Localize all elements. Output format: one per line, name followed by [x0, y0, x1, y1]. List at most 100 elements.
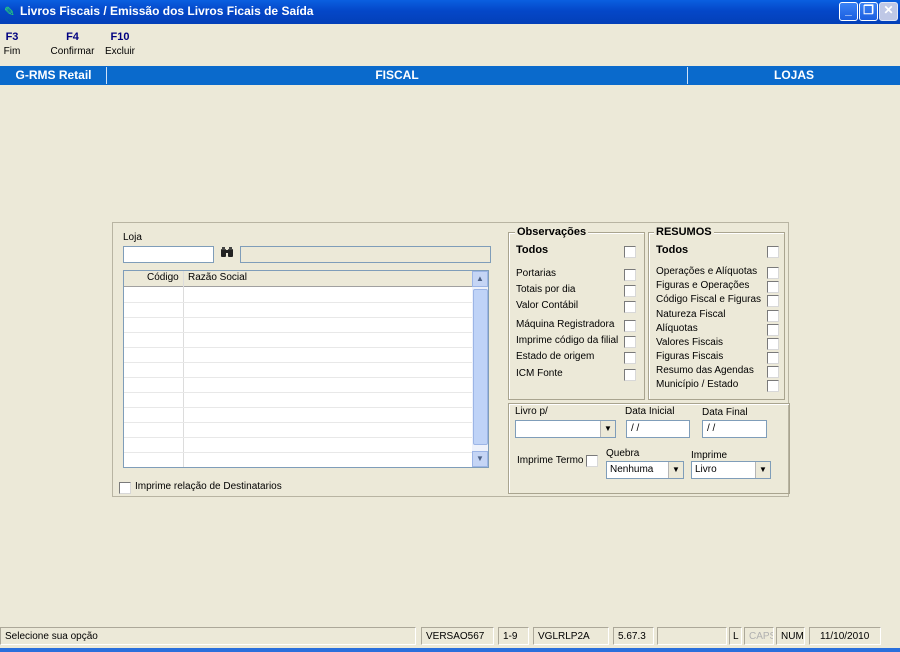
- table-row[interactable]: [124, 362, 473, 363]
- operacoes-aliquotas-checkbox[interactable]: [767, 267, 779, 279]
- module-name: FISCAL: [375, 68, 419, 82]
- maquina-registradora-label: Máquina Registradora: [516, 319, 615, 330]
- figuras-fiscais-checkbox[interactable]: [767, 352, 779, 364]
- totais-por-dia-checkbox[interactable]: [624, 285, 636, 297]
- status-program: VGLRLP2A: [533, 627, 609, 645]
- resumos-todos-checkbox[interactable]: [767, 246, 779, 258]
- icm-fonte-checkbox[interactable]: [624, 369, 636, 381]
- data-inicial-input[interactable]: / /: [626, 420, 690, 438]
- table-row[interactable]: [124, 317, 473, 318]
- chevron-down-icon[interactable]: ▼: [755, 462, 770, 478]
- table-row[interactable]: [124, 437, 473, 438]
- table-row[interactable]: [124, 422, 473, 423]
- table-row[interactable]: [124, 377, 473, 378]
- estado-de-origem-label: Estado de origem: [516, 351, 595, 362]
- figuras-operacoes-checkbox[interactable]: [767, 281, 779, 293]
- table-row[interactable]: [124, 347, 473, 348]
- imprime-label: Imprime: [691, 450, 728, 461]
- natureza-fiscal-label: Natureza Fiscal: [656, 309, 726, 320]
- imprime-codigo-filial-label: Imprime código da filial: [516, 335, 619, 346]
- quebra-select[interactable]: Nenhuma ▼: [606, 461, 684, 479]
- status-date: 11/10/2010: [809, 627, 881, 645]
- title-bar: ✎ Livros Fiscais / Emissão dos Livros Fi…: [0, 0, 900, 24]
- status-l: L: [729, 627, 742, 645]
- imprime-destinatarios-label: Imprime relação de Destinatarios: [135, 481, 282, 492]
- table-header: Código Razão Social: [124, 271, 473, 287]
- table-row[interactable]: [124, 392, 473, 393]
- column-divider: [183, 271, 184, 467]
- status-range: 1-9: [498, 627, 529, 645]
- aliquotas-checkbox[interactable]: [767, 324, 779, 336]
- function-key-toolbar: F3 Fim F4 Confirmar F10 Excluir: [0, 24, 900, 66]
- f10-key: F10: [110, 31, 130, 43]
- fim-button[interactable]: F3 Fim: [3, 31, 21, 57]
- loja-table[interactable]: Código Razão Social ▲ ▼: [123, 270, 489, 468]
- livro-label: Livro p/: [515, 406, 548, 417]
- scroll-thumb[interactable]: [473, 289, 488, 445]
- minimize-button[interactable]: _: [839, 2, 858, 21]
- column-header-razao-social[interactable]: Razão Social: [188, 272, 247, 283]
- imprime-select[interactable]: Livro ▼: [691, 461, 771, 479]
- figuras-fiscais-label: Figuras Fiscais: [656, 351, 724, 362]
- imprime-destinatarios-checkbox[interactable]: [119, 482, 131, 494]
- codigo-fiscal-figuras-label: Código Fiscal e Figuras: [656, 294, 762, 305]
- status-num: NUM: [776, 627, 805, 645]
- imprime-codigo-filial-checkbox[interactable]: [624, 336, 636, 348]
- icm-fonte-label: ICM Fonte: [516, 368, 563, 379]
- close-button[interactable]: ✕: [879, 2, 898, 21]
- imprime-termo-label: Imprime Termo: [517, 455, 584, 466]
- valores-fiscais-label: Valores Fiscais: [656, 337, 724, 348]
- loja-code-input[interactable]: [123, 246, 214, 263]
- table-scrollbar[interactable]: ▲ ▼: [472, 271, 488, 467]
- confirmar-label: Confirmar: [50, 46, 95, 57]
- natureza-fiscal-checkbox[interactable]: [767, 310, 779, 322]
- confirmar-button[interactable]: F4 Confirmar: [50, 31, 95, 57]
- app-icon: ✎: [4, 4, 15, 19]
- scroll-down-arrow-icon[interactable]: ▼: [472, 451, 488, 467]
- municipio-estado-checkbox[interactable]: [767, 380, 779, 392]
- data-inicial-label: Data Inicial: [625, 406, 675, 417]
- excluir-button[interactable]: F10 Excluir: [104, 31, 136, 57]
- data-final-input[interactable]: / /: [702, 420, 767, 438]
- status-caps: CAPS: [744, 627, 774, 645]
- municipio-estado-label: Município / Estado: [656, 379, 739, 390]
- f3-key: F3: [5, 31, 19, 43]
- loja-label: Loja: [123, 232, 142, 243]
- scroll-up-arrow-icon[interactable]: ▲: [472, 271, 488, 287]
- binoculars-icon[interactable]: [217, 246, 237, 263]
- column-header-codigo[interactable]: Código: [147, 272, 179, 283]
- restore-button[interactable]: ❐: [859, 2, 878, 21]
- excluir-label: Excluir: [104, 46, 135, 57]
- fim-label: Fim: [3, 46, 21, 57]
- resumo-agendas-checkbox[interactable]: [767, 366, 779, 378]
- livro-select[interactable]: ▼: [515, 420, 616, 438]
- app-name: G-RMS Retail: [15, 68, 92, 82]
- maquina-registradora-checkbox[interactable]: [624, 320, 636, 332]
- valor-contabil-label: Valor Contábil: [516, 300, 579, 311]
- table-row[interactable]: [124, 452, 473, 453]
- chevron-down-icon[interactable]: ▼: [600, 421, 615, 437]
- estado-de-origem-checkbox[interactable]: [624, 352, 636, 364]
- table-row[interactable]: [124, 332, 473, 333]
- totais-por-dia-label: Totais por dia: [516, 284, 576, 295]
- valores-fiscais-checkbox[interactable]: [767, 338, 779, 350]
- resumos-title: RESUMOS: [654, 226, 714, 238]
- imprime-termo-checkbox[interactable]: [586, 455, 598, 467]
- valor-contabil-checkbox[interactable]: [624, 301, 636, 313]
- status-version: VERSAO567: [421, 627, 494, 645]
- f4-key: F4: [66, 31, 79, 43]
- module-header-bar: G-RMS Retail FISCAL LOJAS: [0, 66, 900, 85]
- codigo-fiscal-figuras-checkbox[interactable]: [767, 295, 779, 307]
- data-final-label: Data Final: [702, 407, 748, 418]
- table-row[interactable]: [124, 407, 473, 408]
- aliquotas-label: Alíquotas: [656, 323, 698, 334]
- observacoes-todos-checkbox[interactable]: [624, 246, 636, 258]
- status-message: Selecione sua opção: [0, 627, 416, 645]
- table-row[interactable]: [124, 302, 473, 303]
- resumos-todos-label: Todos: [656, 244, 689, 256]
- portarias-checkbox[interactable]: [624, 269, 636, 281]
- quebra-select-value: Nenhuma: [610, 464, 654, 475]
- screen-name: LOJAS: [773, 68, 814, 82]
- observacoes-todos-label: Todos: [516, 244, 549, 256]
- chevron-down-icon[interactable]: ▼: [668, 462, 683, 478]
